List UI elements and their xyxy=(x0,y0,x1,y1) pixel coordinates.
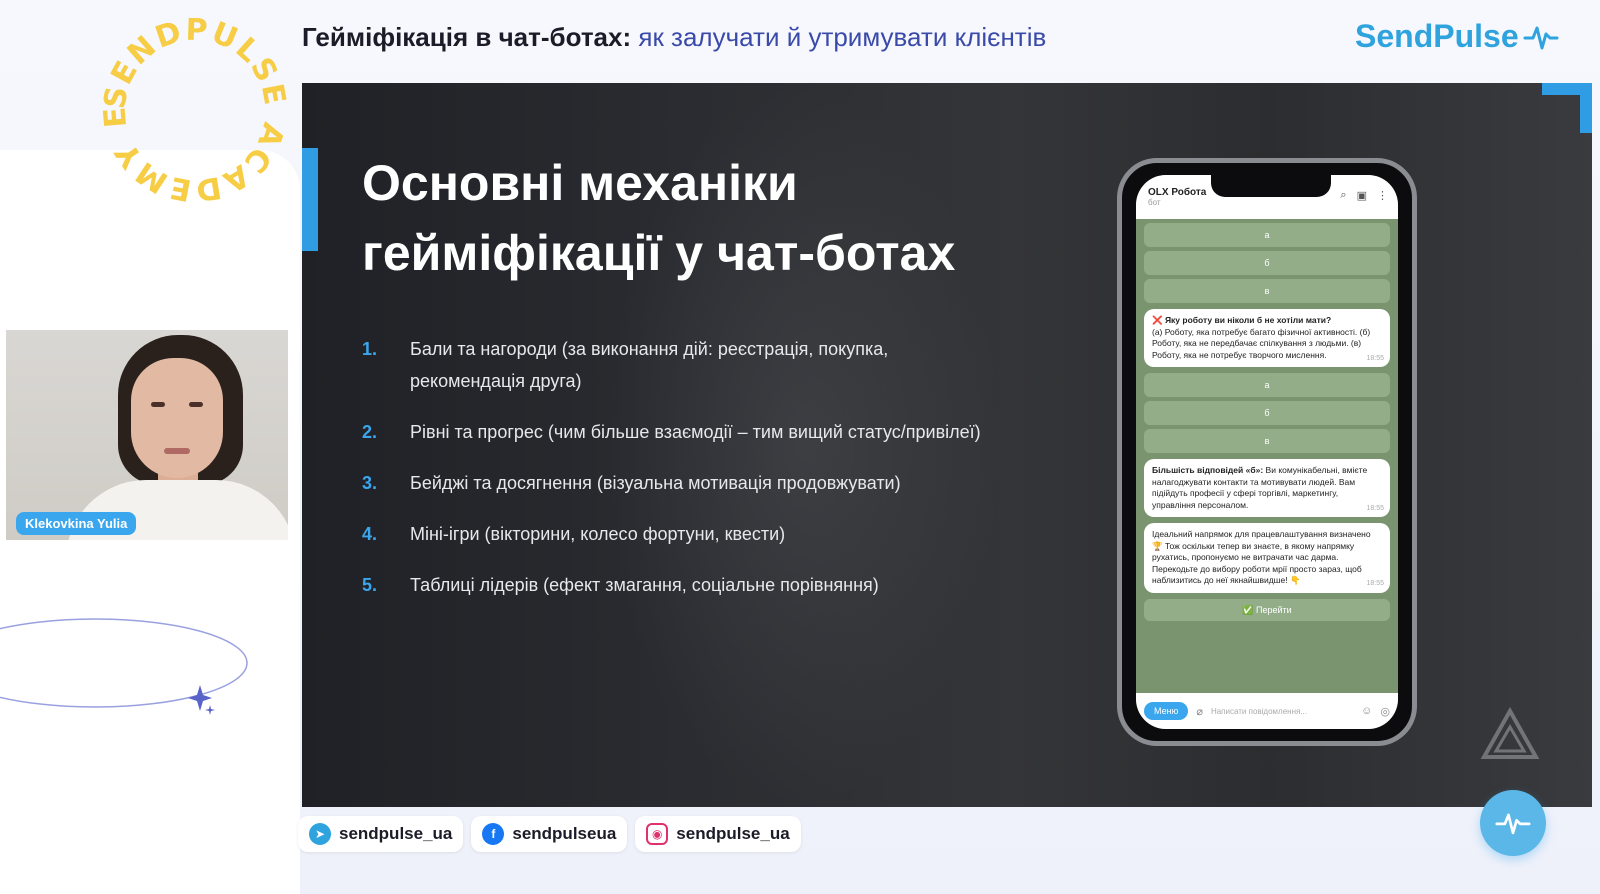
menu-button: Меню xyxy=(1144,702,1189,720)
list-item-number: 5. xyxy=(362,575,378,595)
list-item: 5. Таблиці лідерів (ефект змагання, соці… xyxy=(362,569,982,601)
telegram-icon: ➤ xyxy=(309,823,331,845)
list-item-number: 4. xyxy=(362,524,378,544)
list-item-number: 1. xyxy=(362,339,378,359)
attach-icon: ⌀ xyxy=(1196,705,1203,718)
speaker-eye xyxy=(189,402,203,407)
list-item-text: Рівні та прогрес (чим більше взаємодії –… xyxy=(410,422,981,442)
list-item-number: 2. xyxy=(362,422,378,442)
chat-message-result: Більшість відповідей «б»: Ви комунікабел… xyxy=(1144,459,1390,517)
result-title: Більшість відповідей «б»: xyxy=(1152,465,1264,475)
go-button: ✅ Перейти xyxy=(1144,598,1390,621)
search-icon: ⌕ xyxy=(1340,189,1347,201)
panel-icon: ▣ xyxy=(1356,190,1367,202)
more-icon: ⋮ xyxy=(1377,190,1388,202)
social-label: sendpulse_ua xyxy=(339,824,453,843)
academy-event-badge: SENDPULSE ACADEMY EVENT xyxy=(86,0,290,208)
sparkle-icon xyxy=(188,685,212,711)
title-accent: як залучати й утримувати клієнтів xyxy=(638,22,1047,52)
list-item-number: 3. xyxy=(362,473,378,493)
question-body: (а) Роботу, яка потребує багато фізичної… xyxy=(1152,326,1371,360)
social-links: ➤ sendpulse_ua f sendpulseua ◉ sendpulse… xyxy=(298,816,801,852)
phone-screen: OLX Робота бот ⌕ ▣ ⋮ а б в ❌ Яку роботу … xyxy=(1136,175,1398,729)
sparkle-icon xyxy=(205,705,215,715)
page-title: Гейміфікація в чат-ботах: як залучати й … xyxy=(302,22,1046,53)
chat-option-button: б xyxy=(1144,401,1390,425)
brand-name: SendPulse xyxy=(1355,18,1519,54)
decorative-orbit xyxy=(0,618,248,715)
chat-option-button: б xyxy=(1144,251,1390,275)
camera-icon: ◎ xyxy=(1380,705,1390,718)
list-item-text: Міні-ігри (вікторини, колесо фортуни, кв… xyxy=(410,524,786,544)
chat-message-question: ❌ Яку роботу ви ніколи б не хотіли мати?… xyxy=(1144,309,1390,367)
speaker-face xyxy=(131,358,223,478)
chat-option-button: а xyxy=(1144,373,1390,397)
academy-badge-ring: SENDPULSE ACADEMY EVENT xyxy=(86,0,290,208)
chat-message-final: Ідеальний напрямок для працевлаштування … xyxy=(1144,523,1390,593)
social-instagram[interactable]: ◉ sendpulse_ua xyxy=(635,816,801,852)
slide-accent-bar xyxy=(302,148,318,251)
triangle-watermark-icon xyxy=(1480,707,1540,759)
list-item-text: Таблиці лідерів (ефект змагання, соціаль… xyxy=(410,575,879,595)
title-main: Гейміфікація в чат-ботах: xyxy=(302,22,632,52)
phone-mockup: OLX Робота бот ⌕ ▣ ⋮ а б в ❌ Яку роботу … xyxy=(1117,158,1417,746)
chat-option-button: в xyxy=(1144,429,1390,453)
chat-option-button: а xyxy=(1144,223,1390,247)
final-message: Ідеальний напрямок для працевлаштування … xyxy=(1152,529,1371,585)
chat-option-button: в xyxy=(1144,279,1390,303)
message-time: 18:55 xyxy=(1366,354,1384,362)
message-time: 18:55 xyxy=(1366,580,1384,587)
emoji-icon: ☺ xyxy=(1361,705,1373,717)
chat-body: а б в ❌ Яку роботу ви ніколи б не хотіли… xyxy=(1136,219,1398,689)
list-item: 2. Рівні та прогрес (чим більше взаємоді… xyxy=(362,416,982,448)
list-item: 1. Бали та нагороди (за виконання дій: р… xyxy=(362,333,982,397)
social-label: sendpulse_ua xyxy=(676,824,790,843)
phone-notch xyxy=(1211,175,1331,197)
question-title: ❌ Яку роботу ви ніколи б не хотіли мати? xyxy=(1152,315,1332,325)
social-label: sendpulseua xyxy=(512,824,617,843)
pulse-icon xyxy=(1495,813,1531,835)
social-facebook[interactable]: f sendpulseua xyxy=(471,816,628,852)
list-item-text: Бали та нагороди (за виконання дій: реєс… xyxy=(410,339,889,391)
list-item: 3. Бейджі та досягнення (візуальна мотив… xyxy=(362,467,982,499)
slide-title: Основні механіки гейміфікації у чат-бота… xyxy=(362,148,1082,288)
academy-badge-text: SENDPULSE ACADEMY EVENT xyxy=(86,0,290,208)
speaker-webcam: Klekovkina Yulia xyxy=(6,330,288,540)
svg-text:SENDPULSE ACADEMY EVENT: SENDPULSE ACADEMY EVENT xyxy=(100,15,290,205)
message-input: Написати повідомлення... xyxy=(1210,706,1307,716)
slide-corner-accent xyxy=(1542,83,1592,133)
instagram-icon: ◉ xyxy=(646,823,669,845)
pulse-logo-icon xyxy=(1523,26,1559,49)
list-item-text: Бейджі та досягнення (візуальна мотиваці… xyxy=(410,473,901,493)
slide-title-line2: гейміфікації у чат-ботах xyxy=(362,225,956,281)
speaker-mouth xyxy=(164,448,190,454)
facebook-icon: f xyxy=(482,823,505,845)
slide-title-line1: Основні механіки xyxy=(362,155,798,211)
presentation-slide: Основні механіки гейміфікації у чат-бота… xyxy=(302,83,1592,807)
message-time: 18:55 xyxy=(1366,504,1384,512)
list-item: 4. Міні-ігри (вікторини, колесо фортуни,… xyxy=(362,518,982,550)
social-telegram[interactable]: ➤ sendpulse_ua xyxy=(298,816,464,852)
speaker-name-tag: Klekovkina Yulia xyxy=(16,512,137,535)
pulse-fab-button[interactable] xyxy=(1480,790,1546,856)
sendpulse-logo: SendPulse xyxy=(1355,18,1559,55)
mechanics-list: 1. Бали та нагороди (за виконання дій: р… xyxy=(362,333,982,620)
chat-footer: Меню ⌀ Написати повідомлення... ☺ ◎ xyxy=(1136,693,1398,729)
speaker-eye xyxy=(151,402,165,407)
